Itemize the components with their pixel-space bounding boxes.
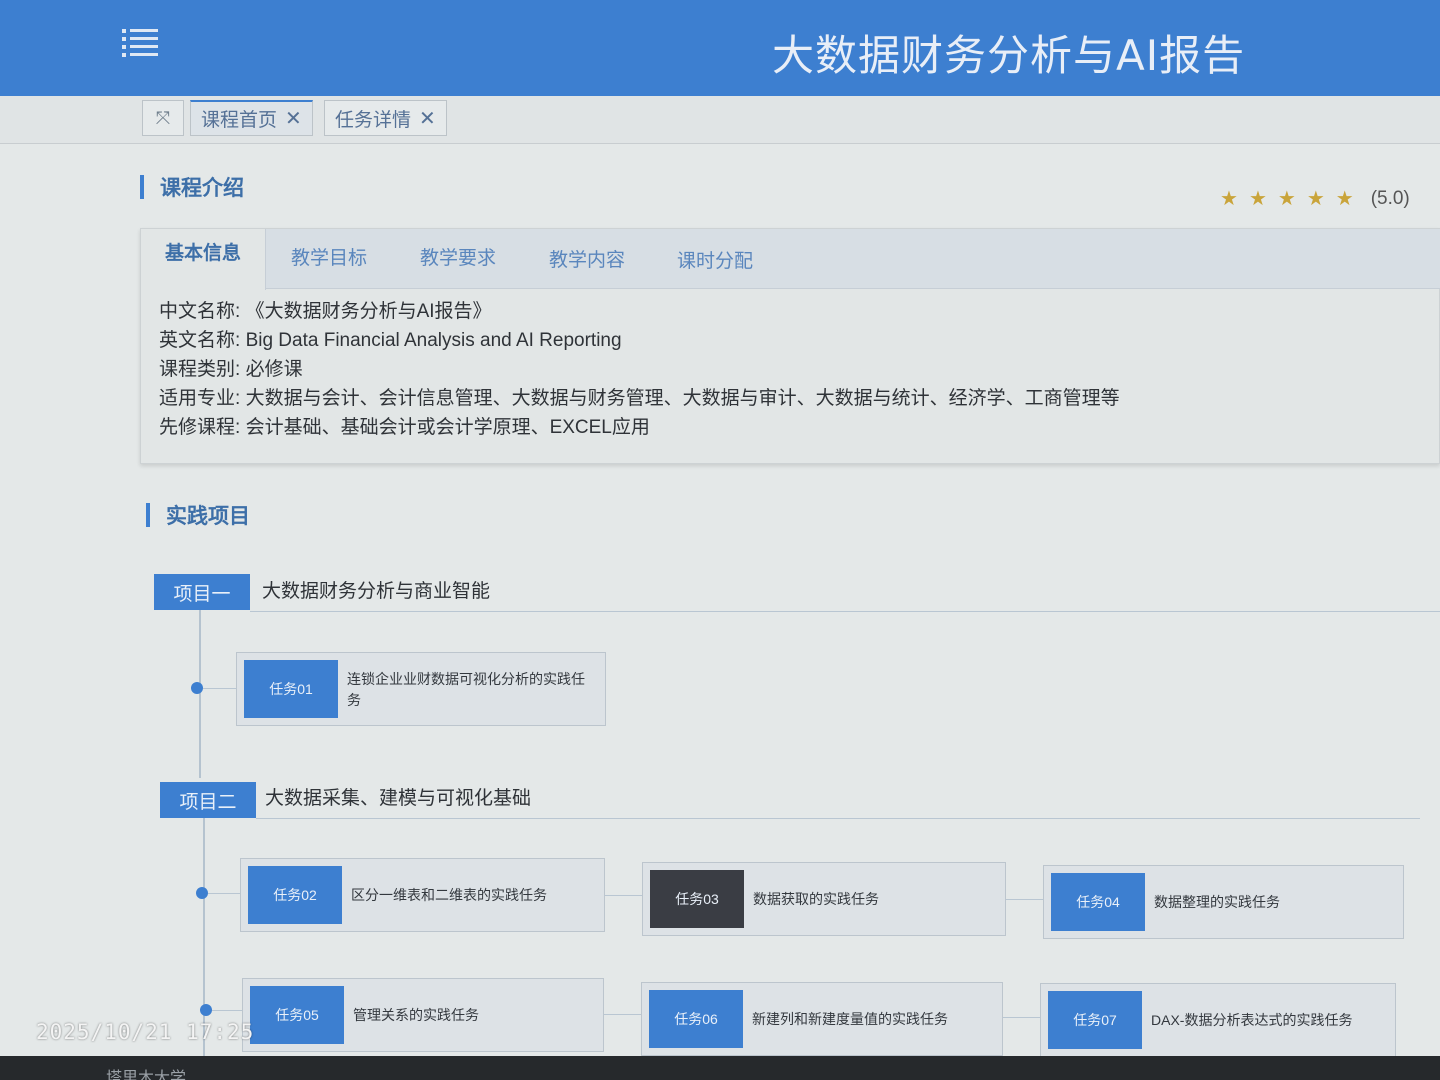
- task-card[interactable]: 任务07 DAX-数据分析表达式的实践任务: [1040, 983, 1396, 1057]
- task-card[interactable]: 任务04 数据整理的实践任务: [1043, 865, 1404, 939]
- task-name: 区分一维表和二维表的实践任务: [351, 887, 547, 903]
- info-key: 英文名称:: [159, 330, 241, 351]
- task-code: 任务05: [250, 986, 344, 1044]
- info-key: 课程类别:: [159, 359, 241, 380]
- info-subtabs: 基本信息 教学目标 教学要求 教学内容 课时分配: [141, 229, 1440, 290]
- info-value: 大数据与会计、会计信息管理、大数据与财务管理、大数据与审计、大数据与统计、经济学…: [245, 388, 1120, 409]
- info-row-en-name: 英文名称: Big Data Financial Analysis and AI…: [159, 326, 1120, 355]
- task-code: 任务01: [244, 660, 338, 718]
- task-name: 连锁企业业财数据可视化分析的实践任务: [347, 671, 585, 708]
- info-row-cn-name: 中文名称: 《大数据财务分析与AI报告》: [159, 297, 1120, 326]
- heading-text: 课程介绍: [160, 177, 244, 200]
- timeline-dot: [191, 682, 203, 694]
- app-title: 大数据财务分析与AI报告: [772, 31, 1246, 80]
- task-code: 任务02: [248, 866, 342, 924]
- tab-label: 任务详情: [335, 109, 412, 131]
- task-connector: [605, 895, 643, 896]
- task-name: DAX-数据分析表达式的实践任务: [1151, 1012, 1353, 1028]
- timeline-dot: [200, 1004, 212, 1016]
- star-icon: ★: [1220, 188, 1238, 210]
- info-key: 先修课程:: [159, 417, 241, 438]
- task-card[interactable]: 任务05 管理关系的实践任务: [242, 978, 604, 1052]
- info-value: Big Data Financial Analysis and AI Repor…: [245, 330, 622, 351]
- heading-text: 实践项目: [166, 505, 250, 528]
- star-icon: ★: [1306, 188, 1325, 210]
- task-connector: [604, 1014, 642, 1015]
- tab-bar: ⤧ 课程首页 ✕ 任务详情 ✕: [0, 96, 1440, 144]
- subtab-teaching-content[interactable]: 教学内容: [549, 236, 625, 296]
- tab-task-detail[interactable]: 任务详情 ✕: [324, 100, 447, 136]
- heading-accent-bar: [140, 175, 144, 199]
- task-name: 管理关系的实践任务: [353, 1007, 479, 1023]
- close-icon[interactable]: ✕: [285, 106, 302, 131]
- task-connector: [1003, 1017, 1041, 1018]
- project-title: 大数据财务分析与商业智能: [262, 581, 491, 602]
- timeline-dot: [196, 887, 208, 899]
- rating-score: (5.0): [1370, 187, 1410, 209]
- task-card[interactable]: 任务02 区分一维表和二维表的实践任务: [240, 858, 605, 932]
- info-value: 必修课: [245, 359, 303, 380]
- tab-course-home[interactable]: 课程首页 ✕: [190, 100, 313, 136]
- task-connector: [208, 893, 240, 894]
- course-intro-heading: 课程介绍: [140, 172, 244, 202]
- task-card[interactable]: 任务01 连锁企业业财数据可视化分析的实践任务: [236, 652, 606, 726]
- subtab-basic-info[interactable]: 基本信息: [141, 229, 267, 290]
- info-row-majors: 适用专业: 大数据与会计、会计信息管理、大数据与财务管理、大数据与审计、大数据与…: [159, 384, 1120, 413]
- info-key: 适用专业:: [159, 388, 241, 409]
- star-icon: ★: [1335, 188, 1354, 210]
- task-name: 数据整理的实践任务: [1154, 894, 1280, 910]
- menu-list-icon[interactable]: [118, 26, 162, 60]
- project-divider: [250, 611, 1440, 612]
- fullscreen-icon[interactable]: ⤧: [142, 100, 184, 136]
- info-key: 中文名称:: [159, 301, 241, 322]
- bottom-bar: [0, 1056, 1440, 1080]
- task-code: 任务03: [650, 870, 744, 928]
- task-card[interactable]: 任务06 新建列和新建度量值的实践任务: [641, 982, 1003, 1056]
- info-rows: 中文名称: 《大数据财务分析与AI报告》 英文名称: Big Data Fina…: [159, 297, 1120, 442]
- star-icon: ★: [1277, 188, 1296, 210]
- info-row-category: 课程类别: 必修课: [159, 355, 1120, 384]
- task-code: 任务06: [649, 990, 743, 1048]
- close-icon[interactable]: ✕: [419, 106, 436, 131]
- task-card[interactable]: 任务03 数据获取的实践任务: [642, 862, 1006, 936]
- photo-timestamp: 2025/10/21 17:25: [36, 1020, 255, 1044]
- subtab-teaching-goals[interactable]: 教学目标: [291, 234, 367, 294]
- task-connector: [212, 1010, 242, 1011]
- subtab-hours-allocation[interactable]: 课时分配: [677, 237, 753, 297]
- info-value: 《大数据财务分析与AI报告》: [245, 301, 492, 322]
- task-code: 任务04: [1051, 873, 1145, 931]
- app-header: 大数据财务分析与AI报告: [0, 0, 1440, 96]
- task-connector: [1006, 899, 1044, 900]
- task-name: 新建列和新建度量值的实践任务: [752, 1011, 948, 1027]
- project-badge: 项目一: [154, 574, 250, 610]
- info-row-prerequisites: 先修课程: 会计基础、基础会计或会计学原理、EXCEL应用: [159, 413, 1120, 442]
- project-badge: 项目二: [160, 782, 256, 818]
- info-value: 会计基础、基础会计或会计学原理、EXCEL应用: [245, 417, 650, 438]
- star-icon: ★: [1248, 188, 1267, 210]
- task-name: 数据获取的实践任务: [753, 891, 879, 907]
- project-divider: [256, 818, 1420, 819]
- tab-label: 课程首页: [201, 110, 278, 131]
- task-connector: [203, 688, 237, 689]
- project-title: 大数据采集、建模与可视化基础: [265, 788, 532, 809]
- course-info-card: 基本信息 教学目标 教学要求 教学内容 课时分配 中文名称: 《大数据财务分析与…: [140, 228, 1440, 464]
- practice-projects-heading: 实践项目: [146, 500, 250, 530]
- task-code: 任务07: [1048, 991, 1142, 1049]
- school-name: 塔里木大学: [106, 1070, 187, 1080]
- course-rating: ★ ★ ★ ★ ★ (5.0): [1220, 186, 1410, 211]
- heading-accent-bar: [146, 503, 150, 527]
- subtab-teaching-requirements[interactable]: 教学要求: [420, 234, 496, 294]
